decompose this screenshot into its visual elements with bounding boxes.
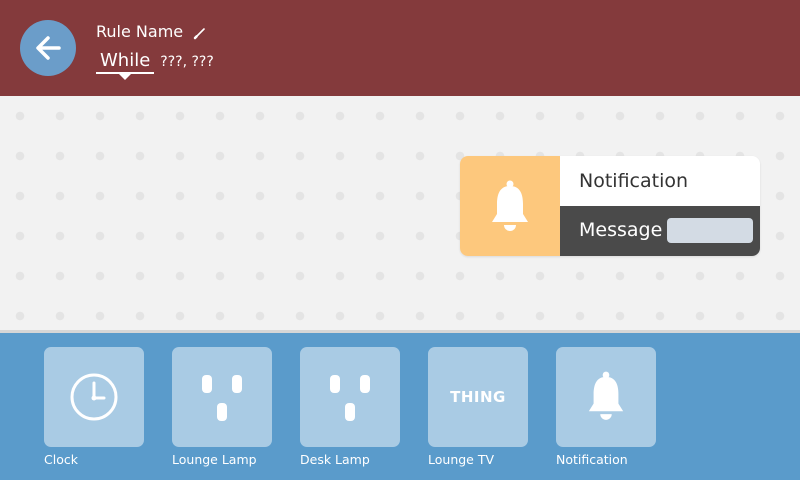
message-label: Message: [579, 219, 663, 241]
palette-item-label: Desk Lamp: [300, 452, 370, 467]
notification-block-title: Notification: [579, 170, 689, 192]
rule-header: Rule Name While ???, ???: [0, 0, 800, 96]
back-button[interactable]: [20, 20, 76, 76]
bell-icon: [492, 180, 528, 231]
palette-tile: [300, 347, 400, 447]
palette-item-lounge-tv[interactable]: THING Lounge TV: [428, 347, 528, 467]
rule-description: ???, ???: [160, 54, 214, 70]
palette-item-clock[interactable]: Clock: [44, 347, 144, 467]
bell-icon: [588, 371, 624, 420]
palette-tile: [556, 347, 656, 447]
pencil-icon[interactable]: [193, 25, 207, 39]
palette-tile: [172, 347, 272, 447]
notification-block-icon-box: [460, 156, 560, 256]
palette-tile: [44, 347, 144, 447]
message-input[interactable]: [667, 218, 753, 243]
notification-block-header: Notification: [560, 156, 760, 206]
palette-item-label: Notification: [556, 452, 628, 467]
palette-item-notification[interactable]: Notification: [556, 347, 656, 467]
rule-name-text: Rule Name: [96, 22, 184, 41]
palette-tile: THING: [428, 347, 528, 447]
notification-block[interactable]: Notification Message: [460, 156, 760, 256]
clock-icon: [70, 373, 118, 421]
rule-condition-row: While ???, ???: [96, 50, 214, 80]
palette-item-label: Lounge TV: [428, 452, 495, 467]
outlet-icon: [202, 375, 242, 421]
arrow-left-icon: [36, 36, 61, 60]
rule-name[interactable]: Rule Name: [96, 22, 207, 41]
device-palette: Clock Lounge Lamp Desk Lamp THING Lounge…: [0, 333, 800, 480]
while-dropdown-label: While: [100, 50, 151, 71]
while-dropdown[interactable]: While: [96, 50, 155, 80]
palette-item-label: Clock: [44, 452, 78, 467]
notification-message-row: Message: [560, 206, 760, 256]
thing-icon: THING: [450, 388, 506, 406]
palette-item-lounge-lamp[interactable]: Lounge Lamp: [172, 347, 272, 467]
palette-item-label: Lounge Lamp: [172, 452, 257, 467]
palette-item-desk-lamp[interactable]: Desk Lamp: [300, 347, 400, 467]
outlet-icon: [330, 375, 370, 421]
caret-down-icon: [119, 74, 132, 80]
